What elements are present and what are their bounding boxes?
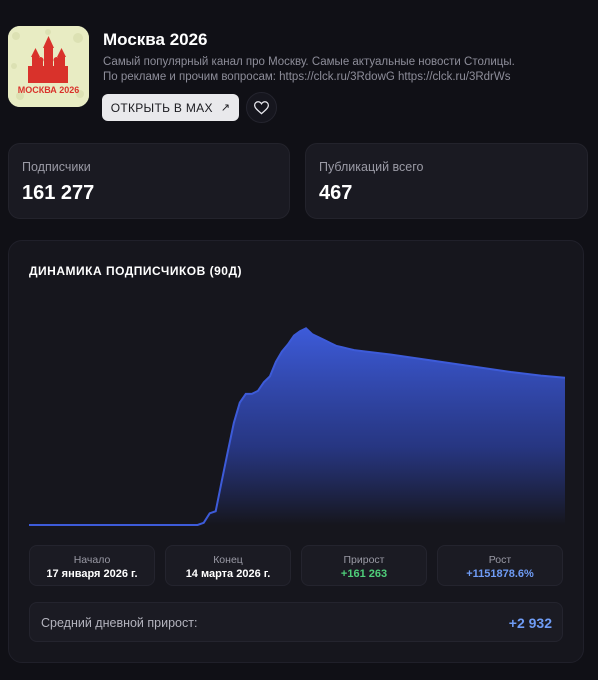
metric-rate: Рост +1151878.6% bbox=[437, 545, 563, 586]
kremlin-logo-icon: МОСКВА 2026 bbox=[8, 26, 89, 107]
metric-growth: Прирост +161 263 bbox=[301, 545, 427, 586]
metric-rate-value: +1151878.6% bbox=[466, 568, 534, 580]
metric-end: Конец 14 марта 2026 г. bbox=[165, 545, 291, 586]
logo-caption: МОСКВА 2026 bbox=[18, 85, 80, 95]
subscribers-label: Подписчики bbox=[22, 160, 91, 174]
metric-start-value: 17 января 2026 г. bbox=[46, 568, 138, 580]
metric-start-label: Начало bbox=[73, 554, 111, 566]
subscribers-card: Подписчики 161 277 bbox=[8, 143, 290, 219]
open-button-label: ОТКРЫТЬ В MAX bbox=[110, 100, 213, 115]
channel-logo: МОСКВА 2026 bbox=[8, 26, 89, 107]
subscribers-value: 161 277 bbox=[22, 182, 95, 204]
subscriber-area-chart bbox=[29, 327, 565, 526]
average-daily-growth: Средний дневной прирост: +2 932 bbox=[29, 602, 563, 642]
subscriber-dynamics-card: ДИНАМИКА ПОДПИСЧИКОВ (90Д) Начало 17 янв… bbox=[8, 240, 584, 663]
posts-label: Публикаций всего bbox=[319, 160, 424, 174]
metric-growth-label: Прирост bbox=[343, 554, 385, 566]
metric-rate-label: Рост bbox=[488, 554, 512, 566]
heart-icon bbox=[254, 100, 269, 114]
average-daily-growth-value: +2 932 bbox=[508, 615, 552, 631]
subscribers-area bbox=[29, 328, 565, 525]
favorite-button[interactable] bbox=[246, 92, 277, 123]
channel-title: Москва 2026 bbox=[103, 30, 208, 49]
chart-title: ДИНАМИКА ПОДПИСЧИКОВ (90Д) bbox=[29, 264, 243, 278]
channel-description: Самый популярный канал про Москву. Самые… bbox=[103, 56, 515, 83]
arrow-up-right-icon: ↗ bbox=[220, 102, 231, 114]
average-daily-growth-label: Средний дневной прирост: bbox=[41, 616, 198, 630]
channel-header: МОСКВА 2026 Москва 2026 Самый популярный… bbox=[8, 26, 590, 126]
metric-end-label: Конец bbox=[213, 554, 243, 566]
posts-card: Публикаций всего 467 bbox=[305, 143, 588, 219]
metric-end-value: 14 марта 2026 г. bbox=[185, 568, 271, 580]
open-in-max-button[interactable]: ОТКРЫТЬ В MAX ↗ bbox=[102, 94, 239, 121]
metric-growth-value: +161 263 bbox=[340, 568, 388, 580]
metric-start: Начало 17 января 2026 г. bbox=[29, 545, 155, 586]
posts-value: 467 bbox=[319, 182, 353, 204]
